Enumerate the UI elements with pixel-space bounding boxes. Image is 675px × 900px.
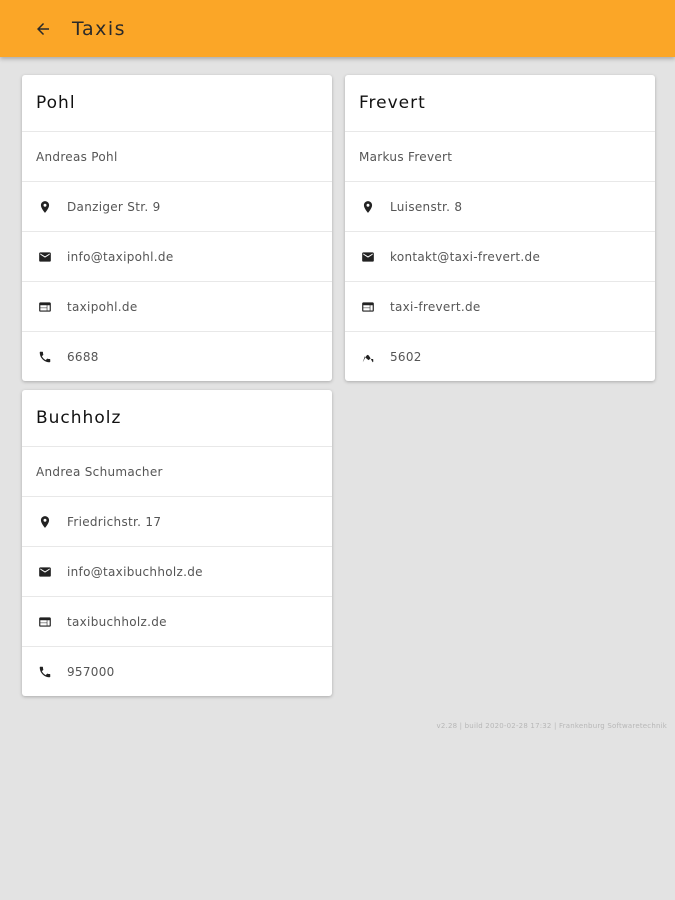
address-row[interactable]: Friedrichstr. 17: [22, 497, 332, 547]
address-text: Danziger Str. 9: [67, 199, 161, 214]
email-row[interactable]: info@taxibuchholz.de: [22, 547, 332, 597]
web-icon: [359, 298, 377, 316]
phone-row[interactable]: 6688: [22, 332, 332, 381]
location-pin-icon: [359, 198, 377, 216]
web-text: taxibuchholz.de: [67, 614, 167, 629]
mail-icon: [36, 563, 54, 581]
app-bar: Taxis: [0, 0, 675, 57]
back-arrow-icon: [37, 22, 49, 35]
web-text: taxipohl.de: [67, 299, 138, 314]
email-text: info@taxibuchholz.de: [67, 564, 203, 579]
email-row[interactable]: kontakt@taxi-frevert.de: [345, 232, 655, 282]
mail-icon: [36, 248, 54, 266]
card-title: Buchholz: [22, 390, 332, 447]
phone-text: 5602: [390, 349, 422, 364]
card-title: Pohl: [22, 75, 332, 132]
card-title: Frevert: [345, 75, 655, 132]
contact-name: Andreas Pohl: [36, 149, 118, 164]
address-text: Luisenstr. 8: [390, 199, 463, 214]
web-icon: [36, 298, 54, 316]
contact-row: Markus Frevert: [345, 132, 655, 182]
web-row[interactable]: taxipohl.de: [22, 282, 332, 332]
web-text: taxi-frevert.de: [390, 299, 481, 314]
email-text: info@taxipohl.de: [67, 249, 174, 264]
address-text: Friedrichstr. 17: [67, 514, 162, 529]
phone-icon: [36, 348, 54, 366]
page-title: Taxis: [72, 17, 127, 40]
email-row[interactable]: info@taxipohl.de: [22, 232, 332, 282]
taxi-card-buchholz: Buchholz Andrea Schumacher Friedrichstr.…: [22, 390, 332, 696]
version-footer: v2.28 | build 2020-02-28 17:32 | Franken…: [436, 722, 667, 730]
location-pin-icon: [36, 198, 54, 216]
phone-row[interactable]: 957000: [22, 647, 332, 696]
back-button[interactable]: [28, 14, 58, 44]
web-icon: [36, 613, 54, 631]
address-row[interactable]: Luisenstr. 8: [345, 182, 655, 232]
address-row[interactable]: Danziger Str. 9: [22, 182, 332, 232]
phone-text: 957000: [67, 664, 115, 679]
contact-name: Markus Frevert: [359, 149, 453, 164]
phone-icon: [36, 663, 54, 681]
web-row[interactable]: taxi-frevert.de: [345, 282, 655, 332]
taxi-card-pohl: Pohl Andreas Pohl Danziger Str. 9 info@t…: [22, 75, 332, 381]
contact-row: Andrea Schumacher: [22, 447, 332, 497]
phone-row[interactable]: 5602: [345, 332, 655, 381]
phone-text: 6688: [67, 349, 99, 364]
phone-icon: [359, 348, 377, 366]
location-pin-icon: [36, 513, 54, 531]
contact-row: Andreas Pohl: [22, 132, 332, 182]
contact-name: Andrea Schumacher: [36, 464, 163, 479]
web-row[interactable]: taxibuchholz.de: [22, 597, 332, 647]
taxi-card-frevert: Frevert Markus Frevert Luisenstr. 8 kont…: [345, 75, 655, 381]
email-text: kontakt@taxi-frevert.de: [390, 249, 541, 264]
mail-icon: [359, 248, 377, 266]
